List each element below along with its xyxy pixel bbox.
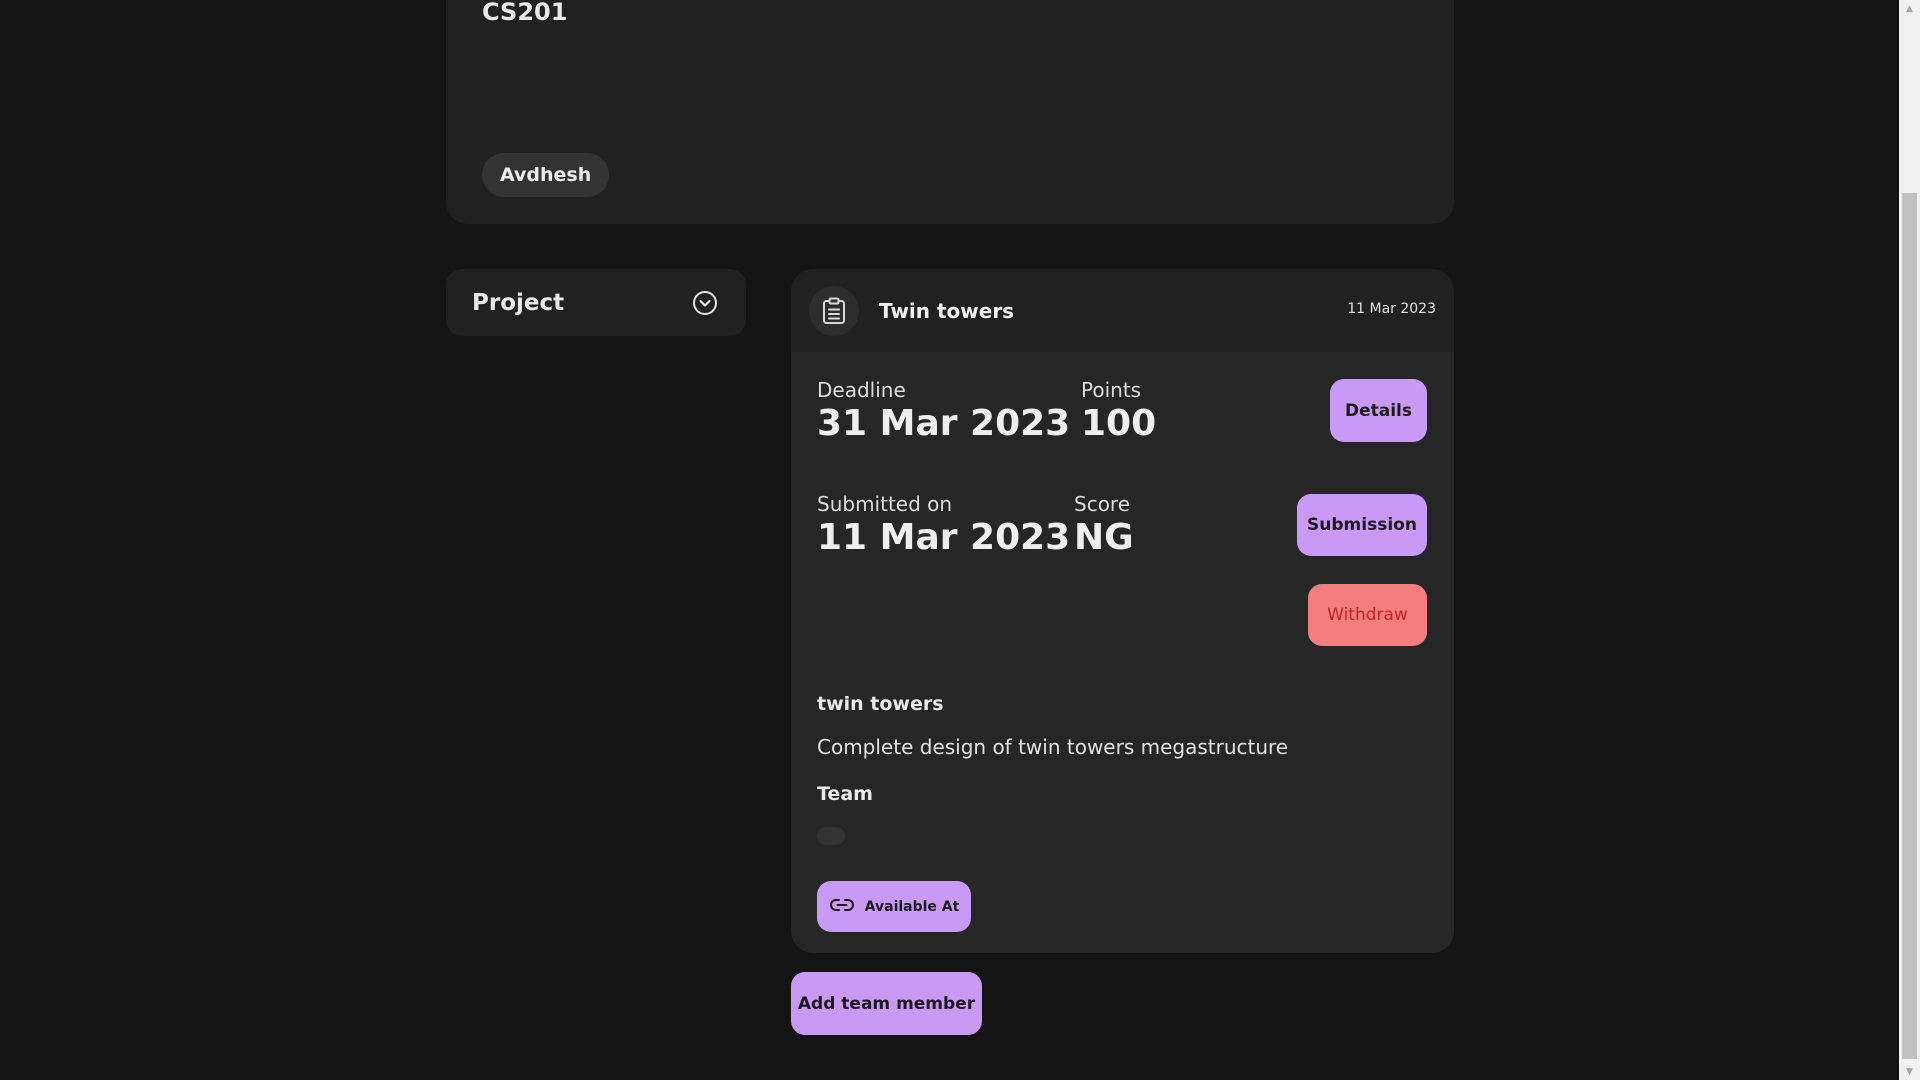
clipboard-icon: [809, 285, 859, 336]
assignment-body: Deadline 31 Mar 2023 Points 100 Details …: [791, 352, 1454, 953]
available-at-label: Available At: [864, 898, 960, 915]
details-button[interactable]: Details: [1330, 379, 1427, 442]
score-label: Score: [1074, 492, 1131, 516]
assignment-description-title: twin towers: [817, 693, 944, 715]
course-header-card: CS201 Avdhesh: [446, 0, 1454, 224]
assignment-header: Twin towers 11 Mar 2023: [791, 269, 1454, 352]
course-code: CS201: [482, 0, 568, 26]
assignment-posted-date: 11 Mar 2023: [1347, 301, 1436, 317]
scroll-up-arrow-icon[interactable]: ▲: [1899, 0, 1920, 17]
assignment-title: Twin towers: [879, 298, 1015, 323]
submission-button[interactable]: Submission: [1297, 494, 1427, 556]
points-value: 100: [1081, 403, 1157, 444]
submitted-on-value: 11 Mar 2023: [817, 517, 1071, 558]
available-at-button[interactable]: Available At: [817, 881, 971, 932]
project-filter-label: Project: [472, 289, 565, 316]
assignment-card: Twin towers 11 Mar 2023 Deadline 31 Mar …: [791, 269, 1454, 953]
team-heading: Team: [817, 783, 873, 805]
project-filter-dropdown[interactable]: Project: [446, 269, 746, 336]
team-member-chip[interactable]: [817, 827, 845, 845]
chevron-down-circle-icon[interactable]: [692, 290, 718, 316]
scroll-thumb[interactable]: [1902, 193, 1917, 1059]
points-label: Points: [1081, 378, 1142, 402]
page: CS201 Avdhesh Project Twin towers 11 Mar…: [0, 0, 1920, 1080]
page-scrollbar[interactable]: ▲ ▼: [1899, 0, 1920, 1080]
scroll-down-arrow-icon[interactable]: ▼: [1899, 1063, 1920, 1080]
link-icon: [829, 897, 855, 917]
score-value: NG: [1074, 517, 1134, 558]
assignment-description-text: Complete design of twin towers megastruc…: [817, 735, 1289, 759]
submitted-on-label: Submitted on: [817, 492, 953, 516]
withdraw-button[interactable]: Withdraw: [1308, 584, 1427, 646]
teacher-chip[interactable]: Avdhesh: [482, 153, 610, 197]
deadline-value: 31 Mar 2023: [817, 403, 1071, 444]
deadline-label: Deadline: [817, 378, 906, 402]
add-team-member-button[interactable]: Add team member: [791, 972, 982, 1035]
